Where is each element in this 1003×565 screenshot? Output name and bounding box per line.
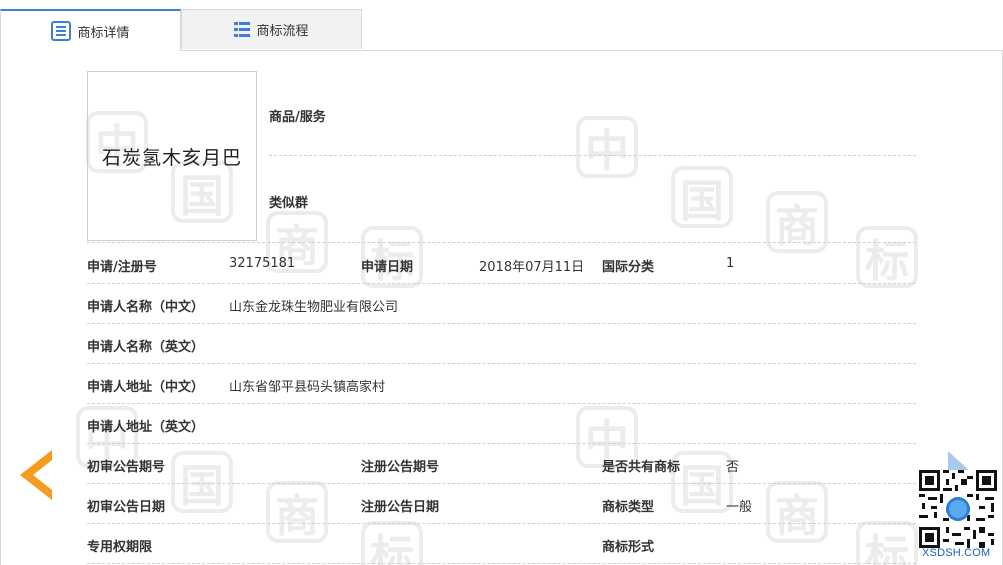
watermark-shang: 商 (766, 191, 828, 253)
tab-label: 商标详情 (77, 25, 130, 41)
tab-label: 商标流程 (256, 24, 309, 39)
tab-trademark-details[interactable]: 商标详情 (0, 9, 181, 51)
apply-date-label: 申请日期 (361, 260, 414, 275)
divider (87, 443, 916, 444)
divider (87, 283, 916, 284)
applicant-cn-value: 山东金龙珠生物肥业有限公司 (229, 300, 399, 315)
intl-class-label: 国际分类 (602, 260, 655, 275)
divider (87, 403, 916, 404)
tab-trademark-process[interactable]: 商标流程 (181, 9, 362, 49)
applicant-cn-label: 申请人名称（中文） (87, 300, 205, 315)
qr-code-icon (919, 470, 997, 548)
goods-label: 商品/服务 (269, 110, 326, 125)
watermark-biao: 标 (856, 226, 918, 288)
type-label: 商标类型 (602, 500, 655, 515)
divider (87, 363, 916, 364)
watermark-zhong: 中 (576, 116, 638, 178)
form-label: 商标形式 (602, 540, 655, 555)
reg-pub-date-label: 注册公告日期 (361, 500, 440, 515)
prev-arrow-icon[interactable] (20, 450, 54, 500)
divider (87, 563, 916, 564)
watermark-guo: 国 (171, 451, 233, 513)
shared-value: 否 (726, 460, 740, 475)
watermark-biao: 标 (361, 521, 423, 565)
watermark-guo: 国 (671, 166, 733, 228)
divider (87, 523, 916, 524)
divider (87, 242, 916, 243)
trademark-image: 石炭氢木亥月巴 (87, 71, 257, 241)
watermark-guo: 国 (671, 451, 733, 513)
address-cn-value: 山东省邹平县码头镇高家村 (229, 380, 386, 395)
watermark-shang: 商 (766, 481, 828, 543)
divider (87, 483, 916, 484)
tab-bar: 商标详情 商标流程 (0, 0, 1003, 51)
list-icon (234, 22, 251, 37)
reg-pub-no-label: 注册公告期号 (361, 460, 440, 475)
prelim-date-label: 初审公告日期 (87, 500, 166, 515)
divider (87, 323, 916, 324)
applicant-en-label: 申请人名称（英文） (87, 340, 205, 355)
exclusive-label: 专用权期限 (87, 540, 153, 555)
shared-label: 是否共有商标 (602, 460, 681, 475)
details-panel: 中 国 商 标 中 国 商 标 中 国 商 标 中 国 商 标 石炭氢木亥月巴 … (0, 51, 1003, 565)
reg-no-value: 32175181 (229, 256, 296, 271)
reg-no-label: 申请/注册号 (87, 260, 157, 275)
watermark-biao: 标 (856, 521, 918, 565)
similar-group-label: 类似群 (269, 196, 309, 211)
list-doc-icon (51, 21, 72, 41)
qr-caption: XSDSH.COM (922, 547, 991, 559)
divider (269, 155, 916, 156)
trademark-text: 石炭氢木亥月巴 (101, 146, 242, 169)
apply-date-value: 2018年07月11日 (479, 260, 585, 275)
address-cn-label: 申请人地址（中文） (87, 380, 205, 395)
watermark-shang: 商 (266, 481, 328, 543)
prelim-no-label: 初审公告期号 (87, 460, 166, 475)
intl-class-value: 1 (726, 256, 735, 271)
type-value: 一般 (726, 500, 753, 515)
address-en-label: 申请人地址（英文） (87, 420, 205, 435)
